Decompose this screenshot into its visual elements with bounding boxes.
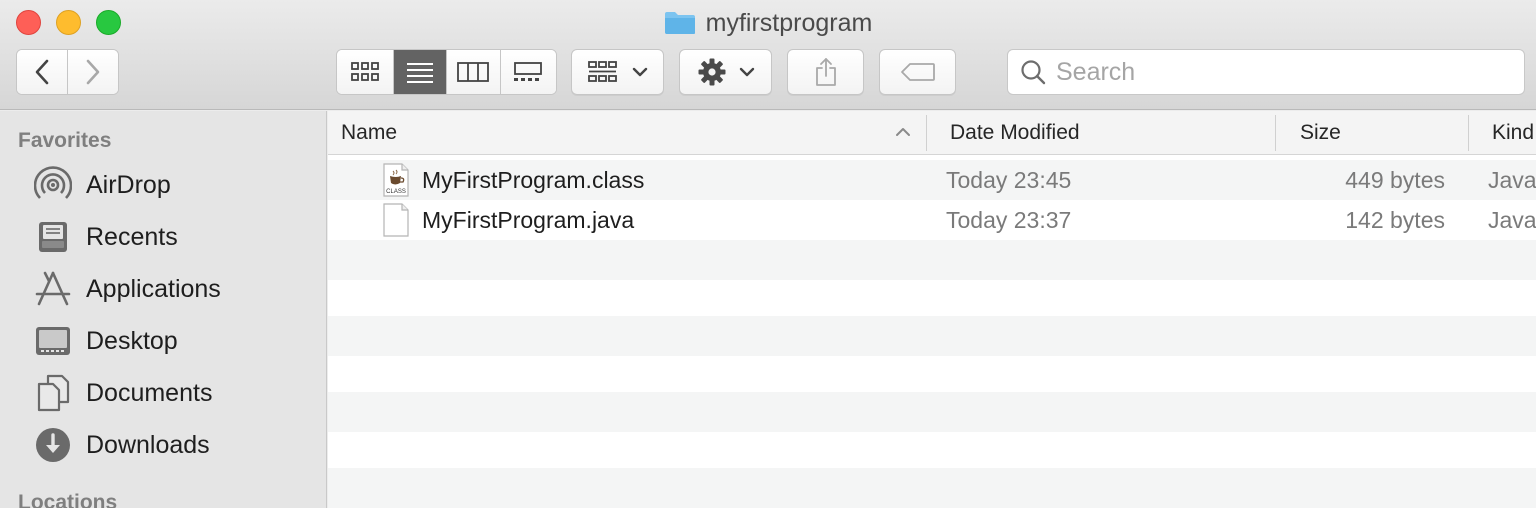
svg-text:CLASS: CLASS xyxy=(386,189,406,195)
file-size: 449 bytes xyxy=(1345,166,1445,193)
window-title-text: myfirstprogram xyxy=(705,8,873,37)
empty-row xyxy=(328,240,1536,280)
column-view-button[interactable] xyxy=(447,50,501,94)
toolbar: myfirstprogram xyxy=(0,0,1536,110)
share-button[interactable] xyxy=(787,49,864,95)
gallery-view-icon xyxy=(514,62,543,81)
sidebar-heading-locations: Locations xyxy=(18,491,118,508)
icon-view-button[interactable] xyxy=(337,50,395,94)
sidebar-item-desktop[interactable]: Desktop xyxy=(34,319,314,363)
search-input[interactable] xyxy=(1056,57,1496,87)
gear-icon xyxy=(698,58,725,86)
gallery-view-button[interactable] xyxy=(500,50,556,94)
sidebar-item-recents[interactable]: Recents xyxy=(34,215,314,259)
forward-button[interactable] xyxy=(67,50,118,94)
recents-icon xyxy=(34,218,72,256)
window-title: myfirstprogram xyxy=(0,8,1536,38)
back-button[interactable] xyxy=(17,50,68,94)
downloads-icon xyxy=(34,426,72,464)
file-size: 142 bytes xyxy=(1345,206,1445,233)
sidebar-item-applications[interactable]: Applications xyxy=(34,267,314,311)
empty-row xyxy=(328,278,1536,318)
table-row[interactable]: MyFirstProgram.java Today 23:37 142 byte… xyxy=(328,200,1536,240)
sort-ascending-icon xyxy=(896,128,910,136)
applications-icon xyxy=(34,270,72,308)
history-nav xyxy=(16,49,119,95)
sidebar-item-label: Documents xyxy=(86,378,213,407)
file-kind: Java xyxy=(1488,206,1536,233)
edit-tags-button[interactable] xyxy=(879,49,956,95)
sidebar-item-label: AirDrop xyxy=(86,170,171,199)
java-source-file-icon xyxy=(383,203,409,237)
empty-row xyxy=(328,316,1536,356)
list-view-icon xyxy=(407,63,434,83)
empty-row xyxy=(328,354,1536,394)
table-row[interactable]: CLASS MyFirstProgram.class Today 23:45 4… xyxy=(328,160,1536,200)
icon-view-icon xyxy=(351,62,380,81)
column-divider[interactable] xyxy=(1468,115,1469,151)
chevron-down-icon xyxy=(739,67,754,77)
view-mode-control xyxy=(336,49,557,95)
folder-icon xyxy=(664,12,695,34)
search-field[interactable] xyxy=(1007,49,1525,95)
file-kind: Java xyxy=(1488,166,1536,193)
group-by-button[interactable] xyxy=(571,49,664,95)
list-header: Name Date Modified Size Kind xyxy=(328,111,1536,155)
sidebar-item-label: Desktop xyxy=(86,326,178,355)
documents-icon xyxy=(34,374,72,412)
action-menu-button[interactable] xyxy=(679,49,772,95)
sidebar-item-label: Applications xyxy=(86,274,221,303)
sidebar-item-airdrop[interactable]: AirDrop xyxy=(34,163,314,207)
file-name: MyFirstProgram.class xyxy=(422,166,645,193)
finder-window: myfirstprogram Search Favorites AirDrop … xyxy=(0,0,1536,508)
column-view-icon xyxy=(457,62,490,82)
file-list: Name Date Modified Size Kind CLASS MyFir xyxy=(328,111,1536,508)
airdrop-icon xyxy=(34,166,72,204)
sidebar-item-downloads[interactable]: Downloads xyxy=(34,423,314,467)
chevron-right-icon xyxy=(86,59,100,85)
empty-row xyxy=(328,468,1536,508)
column-header-kind[interactable]: Kind xyxy=(1492,111,1534,155)
sidebar-item-documents[interactable]: Documents xyxy=(34,371,314,415)
column-divider[interactable] xyxy=(926,115,927,151)
desktop-icon xyxy=(34,322,72,360)
chevron-down-icon xyxy=(632,67,647,77)
column-header-size[interactable]: Size xyxy=(1300,111,1341,155)
sidebar-heading-favorites: Favorites xyxy=(18,129,112,152)
file-name: MyFirstProgram.java xyxy=(422,206,635,233)
share-icon xyxy=(815,58,836,86)
sidebar-item-label: Recents xyxy=(86,222,178,251)
empty-row xyxy=(328,392,1536,432)
group-icon xyxy=(587,61,617,82)
file-date: Today 23:37 xyxy=(946,206,1072,233)
column-header-date-modified[interactable]: Date Modified xyxy=(950,111,1080,155)
search-icon xyxy=(1021,60,1046,85)
empty-row xyxy=(328,430,1536,470)
tag-icon xyxy=(900,63,935,81)
file-name-cell: CLASS MyFirstProgram.class xyxy=(382,160,644,200)
java-class-file-icon: CLASS xyxy=(383,163,409,197)
sidebar: Favorites AirDrop Recents Applications D… xyxy=(0,111,327,508)
chevron-left-icon xyxy=(35,59,49,85)
list-view-button[interactable] xyxy=(394,50,447,94)
file-date: Today 23:45 xyxy=(946,166,1072,193)
sidebar-item-label: Downloads xyxy=(86,430,210,459)
column-divider[interactable] xyxy=(1275,115,1276,151)
file-name-cell: MyFirstProgram.java xyxy=(382,200,634,240)
column-header-name[interactable]: Name xyxy=(341,111,397,155)
